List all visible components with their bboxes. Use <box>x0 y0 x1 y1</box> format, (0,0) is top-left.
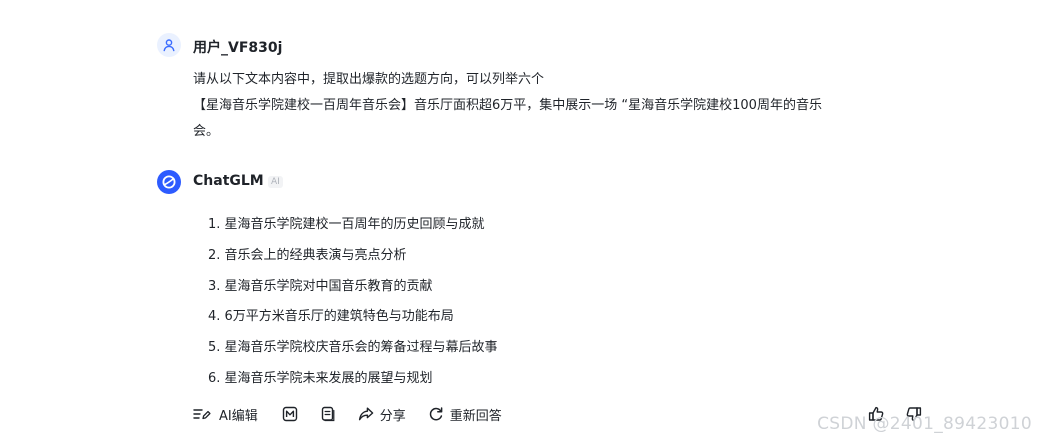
answer-list: 1. 星海音乐学院建校一百周年的历史回顾与成就 2. 音乐会上的经典表演与亮点分… <box>208 211 498 396</box>
ai-edit-label: AI编辑 <box>219 408 258 424</box>
copy-icon <box>321 406 335 422</box>
csdn-watermark: CSDN @2401_89423010 <box>817 414 1032 434</box>
ai-edit-icon <box>193 409 211 420</box>
user-icon <box>163 39 175 52</box>
share-icon <box>358 407 374 421</box>
refresh-icon <box>429 407 443 421</box>
regenerate-label: 重新回答 <box>449 408 502 424</box>
list-item: 6. 星海音乐学院未来发展的展望与规划 <box>208 370 433 386</box>
user-name: 用户_VF830j <box>193 40 283 56</box>
assistant-name: ChatGLM <box>193 173 264 189</box>
user-message-line: 会。 <box>193 124 220 139</box>
user-message: 请从以下文本内容中，提取出爆款的选题方向，可以列举六个 【星海音乐学院建校一百周… <box>193 67 933 145</box>
list-item: 4. 6万平方米音乐厅的建筑特色与功能布局 <box>208 309 454 325</box>
user-message-line: 【星海音乐学院建校一百周年音乐会】音乐厅面积超6万平，集中展示一场 “星海音乐学… <box>193 98 822 113</box>
chatglm-avatar <box>157 170 181 194</box>
share-label: 分享 <box>379 408 406 424</box>
list-item: 3. 星海音乐学院对中国音乐教育的贡献 <box>208 278 433 294</box>
ai-edit-button[interactable]: AI编辑 <box>193 405 258 424</box>
list-item: 1. 星海音乐学院建校一百周年的历史回顾与成就 <box>208 217 485 232</box>
chatglm-logo-icon <box>162 175 176 189</box>
copy-button[interactable] <box>320 406 336 422</box>
share-button[interactable]: 分享 <box>358 405 406 424</box>
markdown-icon <box>282 406 297 422</box>
list-item: 2. 音乐会上的经典表演与亮点分析 <box>208 247 407 263</box>
regenerate-button[interactable]: 重新回答 <box>428 405 502 424</box>
list-item: 5. 星海音乐学院校庆音乐会的筹备过程与幕后故事 <box>208 340 498 356</box>
user-avatar <box>157 33 181 57</box>
ai-badge: AI <box>268 176 283 188</box>
message-toolbar: AI编辑 分享 重新回答 <box>193 401 502 427</box>
markdown-button[interactable] <box>282 406 298 422</box>
user-message-line: 请从以下文本内容中，提取出爆款的选题方向，可以列举六个 <box>193 72 545 87</box>
